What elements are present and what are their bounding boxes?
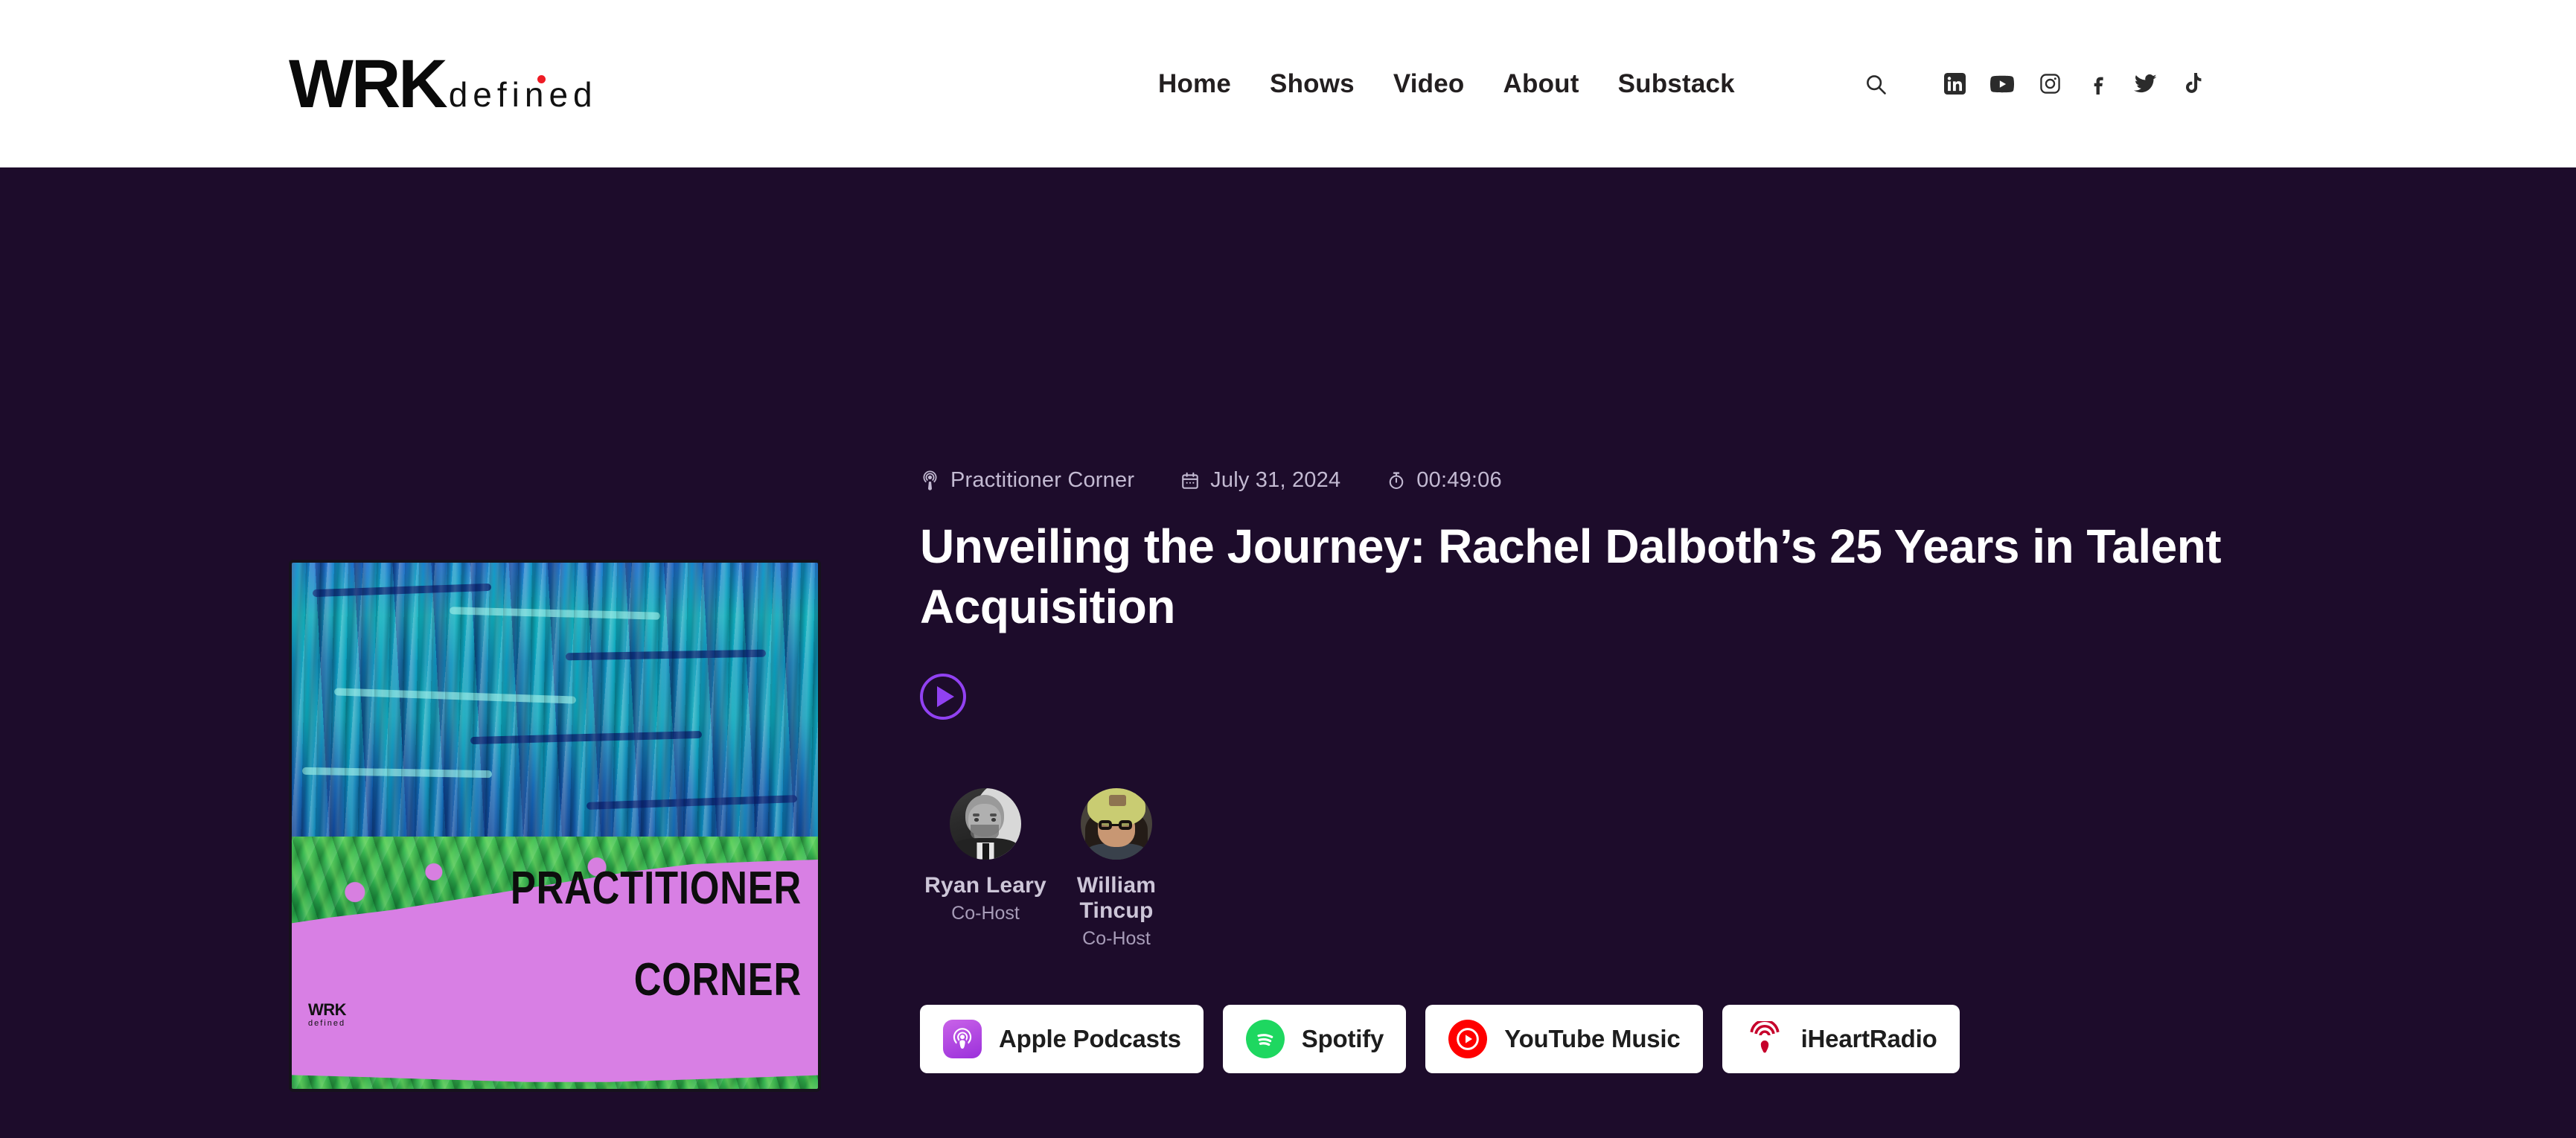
meta-show-label: Practitioner Corner bbox=[950, 468, 1135, 492]
cover-artwork-image bbox=[292, 563, 818, 1089]
avatar bbox=[1081, 787, 1152, 860]
episode-meta-row: Practitioner Corner July 31, 2024 00:49:… bbox=[920, 468, 2334, 493]
nav-item-substack[interactable]: Substack bbox=[1618, 69, 1735, 99]
instagram-icon[interactable] bbox=[2026, 65, 2074, 103]
cover-water-region bbox=[292, 563, 818, 857]
cover-brand-logo: WRK defined bbox=[308, 1000, 347, 1028]
nav-item-home[interactable]: Home bbox=[1158, 69, 1231, 99]
youtube-music-icon bbox=[1448, 1019, 1488, 1059]
site-logo[interactable]: WRK defined bbox=[289, 50, 598, 118]
host-ryan-leary[interactable]: Ryan Leary Co-Host bbox=[920, 787, 1051, 950]
platform-links: Apple Podcasts Spotify YouTube Music iHe… bbox=[920, 1004, 2334, 1073]
site-header: WRK defined Home Shows Video About Subst… bbox=[0, 0, 2576, 167]
search-icon[interactable] bbox=[1852, 65, 1899, 103]
apple-podcasts-icon bbox=[942, 1019, 982, 1059]
nav-item-video[interactable]: Video bbox=[1393, 69, 1465, 99]
play-button[interactable] bbox=[920, 673, 966, 720]
platform-label: Apple Podcasts bbox=[999, 1024, 1181, 1052]
host-william-tincup[interactable]: William Tincup Co-Host bbox=[1051, 787, 1182, 950]
apple-podcasts-button[interactable]: Apple Podcasts bbox=[920, 1004, 1204, 1073]
header-icon-bar bbox=[1852, 65, 2217, 103]
meta-date: July 31, 2024 bbox=[1180, 468, 1340, 493]
twitter-icon[interactable] bbox=[2121, 65, 2169, 103]
podcast-mic-icon bbox=[923, 470, 937, 490]
avatar bbox=[950, 787, 1021, 860]
cover-title-line-1: PRACTITIONER bbox=[510, 862, 802, 914]
host-role: Co-Host bbox=[951, 902, 1020, 924]
nav-item-shows[interactable]: Shows bbox=[1270, 69, 1355, 99]
logo-secondary-text: defined bbox=[448, 74, 598, 114]
episode-cover-art[interactable]: PRACTITIONER CORNER WRK defined bbox=[289, 560, 821, 1092]
spotify-icon bbox=[1245, 1019, 1285, 1059]
platform-label: iHeartRadio bbox=[1800, 1024, 1937, 1052]
calendar-icon bbox=[1182, 472, 1198, 489]
spotify-button[interactable]: Spotify bbox=[1222, 1004, 1407, 1073]
linkedin-icon[interactable] bbox=[1931, 65, 1978, 103]
cover-logo-secondary: defined bbox=[308, 1019, 346, 1028]
nav-item-about[interactable]: About bbox=[1503, 69, 1579, 99]
youtube-music-button[interactable]: YouTube Music bbox=[1425, 1004, 1703, 1073]
platform-label: YouTube Music bbox=[1504, 1024, 1681, 1052]
cover-title-line-2: CORNER bbox=[633, 954, 802, 1006]
host-name: William Tincup bbox=[1076, 872, 1157, 923]
stopwatch-icon bbox=[1390, 471, 1404, 489]
youtube-icon[interactable] bbox=[1978, 65, 2026, 103]
meta-date-label: July 31, 2024 bbox=[1210, 468, 1341, 492]
episode-details: Practitioner Corner July 31, 2024 00:49:… bbox=[920, 468, 2334, 1073]
play-triangle-icon bbox=[936, 685, 954, 707]
episode-title: Unveiling the Journey: Rachel Dalboth’s … bbox=[920, 520, 2222, 634]
facebook-icon[interactable] bbox=[2074, 65, 2121, 103]
cover-show-title: PRACTITIONER CORNER bbox=[511, 863, 802, 1006]
meta-duration-label: 00:49:06 bbox=[1416, 468, 1502, 492]
cover-logo-primary: WRK bbox=[308, 1000, 347, 1019]
logo-secondary-label: defined bbox=[448, 74, 598, 114]
meta-duration: 00:49:06 bbox=[1387, 468, 1502, 493]
logo-red-dot-icon bbox=[537, 74, 546, 83]
host-role: Co-Host bbox=[1082, 927, 1151, 949]
iheartradio-button[interactable]: iHeartRadio bbox=[1722, 1004, 1960, 1073]
platform-label: Spotify bbox=[1301, 1024, 1384, 1052]
logo-primary-text: WRK bbox=[289, 45, 448, 122]
iheartradio-icon bbox=[1745, 1019, 1785, 1059]
episode-hero: PRACTITIONER CORNER WRK defined Practiti… bbox=[0, 167, 2576, 1138]
hosts-list: Ryan Leary Co-Host William Tincup Co-Hos… bbox=[920, 787, 2334, 950]
tiktok-icon[interactable] bbox=[2169, 65, 2217, 103]
main-navigation: Home Shows Video About Substack bbox=[1158, 69, 1735, 99]
meta-show[interactable]: Practitioner Corner bbox=[920, 468, 1134, 493]
host-name: Ryan Leary bbox=[924, 872, 1046, 898]
